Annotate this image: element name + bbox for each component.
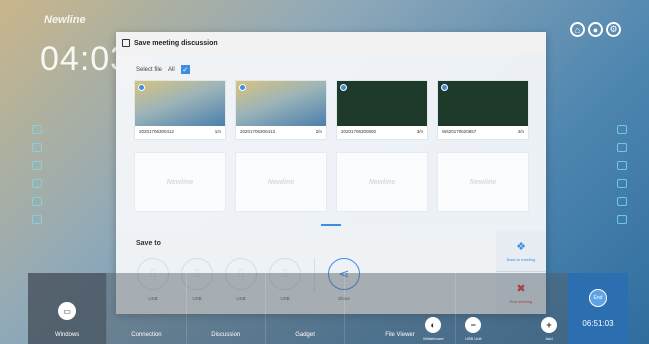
tool-icon[interactable] [32, 215, 42, 224]
settings-icon[interactable]: ⚙ [606, 22, 621, 37]
taskbar-discussion[interactable]: Discussion [187, 273, 266, 344]
tool-icon[interactable] [617, 197, 627, 206]
back-to-meeting-button[interactable]: ❖ Back to meeting [496, 230, 546, 272]
user-icon[interactable]: ● [588, 22, 603, 37]
empty-slot: Newline [134, 152, 226, 212]
thumbnail-name: W620170620657 [442, 129, 477, 134]
whiteboard-shortcut[interactable]: ◐ Whiteboard [423, 317, 443, 341]
thumbnail-image [236, 81, 326, 126]
taskbar-label: Windows [54, 332, 80, 338]
dialog-title: Save meeting discussion [134, 39, 218, 47]
taskbar-label: File Viewer [385, 332, 415, 338]
thumbnail-select-radio[interactable] [239, 84, 246, 91]
empty-slot: Newline [437, 152, 529, 212]
save-to-label: Save to [136, 240, 161, 247]
select-all-checkbox[interactable]: ✓ [180, 65, 190, 74]
empty-slot-logo: Newline [469, 178, 497, 186]
left-side-toolbar [32, 125, 42, 224]
thumbnail-image [135, 81, 225, 126]
save-icon [122, 39, 130, 47]
top-right-icons: ⌂ ● ⚙ [570, 22, 621, 37]
thumbnail-2[interactable]: 20201706300413 2/n [235, 80, 327, 140]
select-file-label: Select file [136, 66, 163, 73]
back-label: Back to meeting [506, 256, 536, 262]
taskbar-connection[interactable]: Connection [107, 273, 187, 344]
thumbnail-select-radio[interactable] [138, 84, 145, 91]
tool-icon[interactable] [617, 179, 627, 188]
thumbnail-page: 3/n [416, 129, 423, 134]
thumbnail-caption: 20201706300600 3/n [337, 126, 427, 137]
thumbnail-page: 1/n [214, 129, 221, 134]
thumbnail-name: 20201706300600 [341, 129, 377, 134]
save-meeting-dialog: Save meeting discussion Select file All … [116, 32, 546, 314]
add-shortcut[interactable]: + Add [541, 317, 557, 341]
tool-icon[interactable] [32, 125, 42, 134]
select-file-row: Select file All ✓ [136, 65, 190, 74]
thumbnail-grid: 20201706300412 1/n 20201706300413 2/n 20… [134, 80, 529, 212]
empty-slot: Newline [336, 152, 428, 212]
thumbnail-page: 2/n [315, 129, 322, 134]
right-side-toolbar [617, 125, 627, 224]
taskbar-label: Discussion [211, 332, 241, 338]
taskbar-windows[interactable]: ▭ Windows [28, 273, 108, 344]
home-icon[interactable]: ⌂ [570, 22, 585, 37]
shortcut-label: USB Unit [465, 336, 482, 341]
shortcut-label: Add [545, 336, 553, 341]
empty-slot-logo: Newline [267, 178, 295, 186]
thumbnail-select-radio[interactable] [441, 84, 448, 91]
thumbnail-page: 4/n [517, 129, 524, 134]
taskbar-end-section: End 06:51:03 [568, 273, 628, 344]
thumbnail-image [337, 81, 427, 126]
brand-logo: Newline [44, 14, 86, 26]
shortcut-label: Whiteboard [423, 336, 444, 341]
tool-icon[interactable] [32, 161, 42, 170]
thumbnail-image [438, 81, 528, 126]
thumbnail-select-radio[interactable] [340, 84, 347, 91]
taskbar-label: Connection [131, 332, 162, 338]
minus-icon: − [465, 317, 482, 333]
tool-icon[interactable] [32, 179, 42, 188]
thumbnail-caption: W620170620657 4/n [438, 126, 528, 137]
meeting-icon: ❖ [516, 240, 526, 253]
page-indicator [321, 224, 341, 226]
empty-slot-logo: Newline [166, 178, 194, 186]
thumbnail-caption: 20201706300412 1/n [135, 126, 225, 137]
empty-slot: Newline [235, 152, 327, 212]
monitor-icon: ▭ [58, 302, 77, 320]
thumbnail-name: 20201706300413 [240, 129, 276, 134]
thumbnail-1[interactable]: 20201706300412 1/n [134, 80, 226, 140]
taskbar-gadget[interactable]: Gadget [266, 273, 346, 344]
desktop-clock: 04:03 [40, 40, 120, 78]
taskbar-label: Gadget [295, 332, 315, 338]
tool-icon[interactable] [32, 143, 42, 152]
thumbnail-name: 20201706300412 [139, 129, 175, 134]
thumbnail-3[interactable]: 20201706300600 3/n [336, 80, 428, 140]
empty-slot-logo: Newline [368, 178, 396, 186]
thumbnail-4[interactable]: W620170620657 4/n [437, 80, 529, 140]
tool-icon[interactable] [617, 215, 627, 224]
bottom-taskbar: ▭ Windows Connection Discussion Gadget F… [28, 273, 628, 344]
thumbnail-caption: 20201706300413 2/n [236, 126, 326, 137]
plus-icon: + [541, 317, 557, 333]
whiteboard-icon: ◐ [425, 317, 442, 333]
tool-icon[interactable] [617, 125, 627, 134]
tool-icon[interactable] [617, 161, 627, 170]
dialog-header: Save meeting discussion [116, 32, 546, 54]
all-label: All [168, 66, 175, 73]
taskbar-time: 06:51:03 [582, 319, 614, 328]
usb-unit-shortcut[interactable]: − USB Unit [465, 317, 481, 341]
end-button[interactable]: End [589, 289, 607, 307]
tool-icon[interactable] [617, 143, 627, 152]
tool-icon[interactable] [32, 197, 42, 206]
